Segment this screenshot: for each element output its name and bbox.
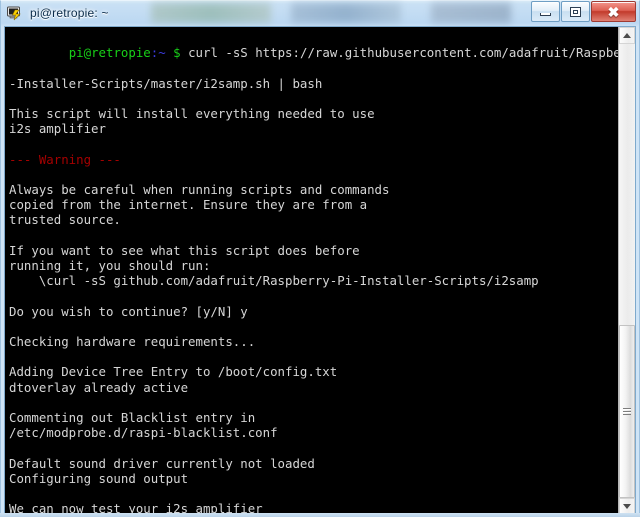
terminal-line <box>9 228 618 243</box>
terminal-line-text <box>9 349 16 364</box>
terminal-line: Configuring sound output <box>9 471 618 486</box>
prompt-dollar: $ <box>173 45 181 61</box>
terminal-client-area: pi@retropie:~ $ curl -sS https://raw.git… <box>4 26 636 516</box>
terminal-line-text: Do you wish to continue? [y/N] y <box>9 303 248 319</box>
terminal-line <box>9 395 618 410</box>
window-title: pi@retropie: ~ <box>30 6 109 20</box>
terminal-line-text <box>9 486 16 501</box>
terminal-line-text <box>9 395 16 410</box>
terminal-line-text: Commenting out Blacklist entry in <box>9 410 256 426</box>
terminal-line: dtoverlay already active <box>9 380 618 395</box>
terminal-body: -Installer-Scripts/master/i2samp.sh | ba… <box>9 76 618 515</box>
terminal-line <box>9 486 618 501</box>
terminal-line-text: Configuring sound output <box>9 470 189 486</box>
terminal-line: -Installer-Scripts/master/i2samp.sh | ba… <box>9 76 618 91</box>
title-bar[interactable]: pi@retropie: ~ ✖ <box>0 0 640 26</box>
terminal-line: /etc/modprobe.d/raspi-blacklist.conf <box>9 425 618 440</box>
terminal-line: Always be careful when running scripts a… <box>9 182 618 197</box>
terminal-line: i2s amplifier <box>9 121 618 136</box>
terminal-line-text: If you want to see what this script does… <box>9 242 360 258</box>
terminal-line-text <box>9 136 16 151</box>
terminal-line-text <box>9 167 16 182</box>
terminal-line-text: Checking hardware requirements... <box>9 334 256 350</box>
terminal-line-text: /etc/modprobe.d/raspi-blacklist.conf <box>9 425 278 441</box>
terminal-line-text: Adding Device Tree Entry to /boot/config… <box>9 364 338 380</box>
terminal-line-text: running it, you should run: <box>9 258 211 274</box>
terminal-line-text: i2s amplifier <box>9 121 106 137</box>
terminal-line: Default sound driver currently not loade… <box>9 456 618 471</box>
terminal-output[interactable]: pi@retropie:~ $ curl -sS https://raw.git… <box>5 27 618 515</box>
terminal-line-text <box>9 319 16 334</box>
terminal-line-text: -Installer-Scripts/master/i2samp.sh | ba… <box>9 75 323 91</box>
terminal-line-text: copied from the internet. Ensure they ar… <box>9 197 368 213</box>
terminal-line: --- Warning --- <box>9 152 618 167</box>
terminal-line: Adding Device Tree Entry to /boot/config… <box>9 364 618 379</box>
terminal-line-text: Default sound driver currently not loade… <box>9 455 315 471</box>
terminal-command: curl -sS https://raw.githubusercontent.c… <box>180 45 618 61</box>
terminal-line: copied from the internet. Ensure they ar… <box>9 197 618 212</box>
close-button[interactable]: ✖ <box>591 1 636 22</box>
terminal-line <box>9 319 618 334</box>
restore-button[interactable] <box>561 1 590 22</box>
terminal-line-text: This script will install everything need… <box>9 106 375 122</box>
terminal-line-text <box>9 228 16 243</box>
terminal-line: Commenting out Blacklist entry in <box>9 410 618 425</box>
terminal-window: pi@retropie: ~ ✖ pi@retropie:~ $ curl -s… <box>0 0 640 517</box>
scroll-down-arrow-icon <box>623 504 631 509</box>
terminal-line: Checking hardware requirements... <box>9 334 618 349</box>
terminal-line: If you want to see what this script does… <box>9 243 618 258</box>
terminal-line <box>9 288 618 303</box>
terminal-line-text: Always be careful when running scripts a… <box>9 182 390 198</box>
scroll-up-arrow-icon <box>623 33 631 38</box>
terminal-prompt-line: pi@retropie:~ $ curl -sS https://raw.git… <box>9 30 618 76</box>
terminal-line-text: --- Warning --- <box>9 151 121 167</box>
terminal-line <box>9 440 618 455</box>
prompt-path: ~ <box>158 45 166 61</box>
scrollbar-thumb[interactable] <box>619 325 635 498</box>
terminal-line <box>9 349 618 364</box>
terminal-line-text <box>9 91 16 106</box>
scroll-up-button[interactable] <box>619 27 635 44</box>
minimize-button[interactable] <box>531 1 560 22</box>
terminal-line: trusted source. <box>9 212 618 227</box>
terminal-line: Do you wish to continue? [y/N] y <box>9 304 618 319</box>
restore-icon <box>570 6 581 17</box>
window-bottom-edge <box>0 513 640 517</box>
terminal-line: \curl -sS github.com/adafruit/Raspberry-… <box>9 273 618 288</box>
terminal-line: running it, you should run: <box>9 258 618 273</box>
terminal-line-text: dtoverlay already active <box>9 379 189 395</box>
terminal-scrollbar[interactable] <box>618 27 635 515</box>
terminal-line-text <box>9 288 16 303</box>
putty-terminal-icon <box>6 4 24 22</box>
close-icon: ✖ <box>607 3 620 20</box>
terminal-line <box>9 167 618 182</box>
caption-button-group: ✖ <box>530 1 636 22</box>
prompt-user-host: pi@retropie <box>68 45 151 61</box>
terminal-line <box>9 91 618 106</box>
terminal-line: This script will install everything need… <box>9 106 618 121</box>
terminal-line-text: \curl -sS github.com/adafruit/Raspberry-… <box>9 273 539 289</box>
terminal-line-text <box>9 440 16 455</box>
scrollbar-grip-icon <box>623 408 631 415</box>
terminal-line <box>9 136 618 151</box>
minimize-icon <box>540 12 551 16</box>
terminal-line-text: trusted source. <box>9 212 121 228</box>
